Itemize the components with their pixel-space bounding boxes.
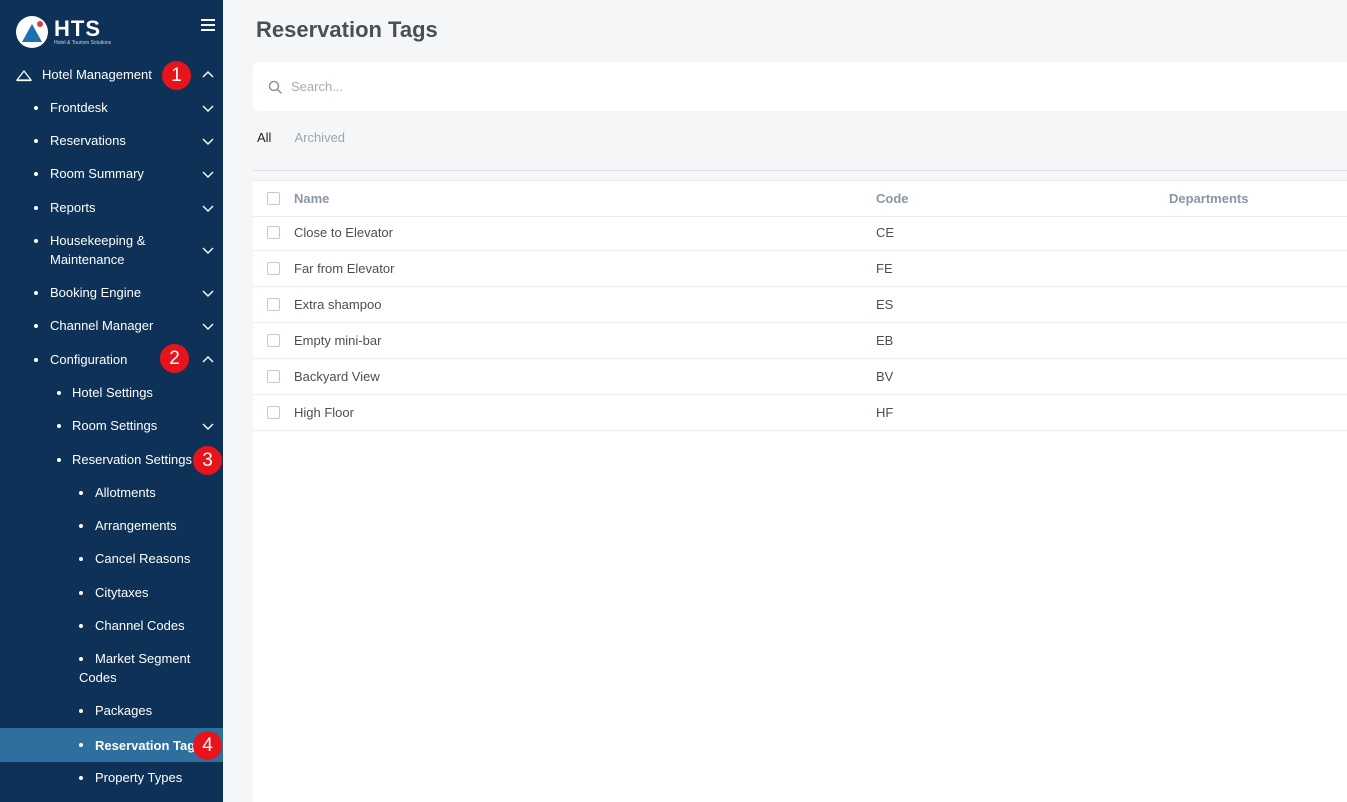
sidebar-item-channel-codes[interactable]: Channel Codes xyxy=(0,616,223,635)
logo-title: HTS xyxy=(54,16,101,41)
cell-name: High Floor xyxy=(294,405,354,420)
step-badge-3: 3 xyxy=(193,446,222,475)
divider xyxy=(253,170,1347,171)
sidebar-item-arrangements[interactable]: Arrangements xyxy=(0,516,223,535)
cell-code: CE xyxy=(876,225,895,240)
step-badge-2: 2 xyxy=(160,344,189,373)
sidebar-item-reservation-settings[interactable]: Reservation Settings xyxy=(0,450,223,469)
sidebar-item-room-summary[interactable]: Room Summary xyxy=(0,164,223,183)
chevron-down-icon[interactable] xyxy=(202,168,214,180)
row-checkbox[interactable] xyxy=(267,226,280,239)
hts-logo[interactable]: HTS Hotel & Tourism Solutions xyxy=(16,16,111,48)
cell-name: Empty mini-bar xyxy=(294,333,382,348)
chevron-down-icon[interactable] xyxy=(202,102,214,114)
row-checkbox[interactable] xyxy=(267,370,280,383)
row-checkbox[interactable] xyxy=(267,334,280,347)
filter-tabs: All Archived xyxy=(257,130,368,145)
chevron-down-icon[interactable] xyxy=(202,135,214,147)
sidebar-item-cancel-reasons[interactable]: Cancel Reasons xyxy=(0,549,223,568)
sidebar-item-property-types[interactable]: Property Types xyxy=(0,768,223,787)
tab-archived[interactable]: Archived xyxy=(294,130,345,145)
cell-code: BV xyxy=(876,369,894,384)
sidebar-item-market-segment-codes[interactable]: Market Segment Codes xyxy=(0,649,223,687)
sidebar-item-configuration[interactable]: Configuration xyxy=(0,350,223,369)
page-title: Reservation Tags xyxy=(256,17,438,42)
cell-name: Close to Elevator xyxy=(294,225,393,240)
cell-name: Extra shampoo xyxy=(294,297,382,312)
table-header: Name Code Departments xyxy=(253,181,1347,217)
table-row[interactable]: High Floor HF xyxy=(253,395,1347,431)
chevron-down-icon[interactable] xyxy=(202,320,214,332)
chevron-up-icon[interactable] xyxy=(202,354,214,366)
row-checkbox[interactable] xyxy=(267,262,280,275)
cell-code: EB xyxy=(876,333,894,348)
sidebar: HTS Hotel & Tourism Solutions Hotel Mana… xyxy=(0,0,223,802)
column-header-code[interactable]: Code xyxy=(876,191,909,206)
cell-code: HF xyxy=(876,405,894,420)
chevron-down-icon[interactable] xyxy=(202,287,214,299)
step-badge-4: 4 xyxy=(193,731,222,760)
table-row[interactable]: Close to Elevator CE xyxy=(253,215,1347,251)
sidebar-item-citytaxes[interactable]: Citytaxes xyxy=(0,583,223,602)
search-icon xyxy=(268,80,282,94)
chevron-down-icon[interactable] xyxy=(202,420,214,432)
chevron-down-icon[interactable] xyxy=(202,202,214,214)
sidebar-item-packages[interactable]: Packages xyxy=(0,701,223,720)
hamburger-menu-icon[interactable] xyxy=(201,19,215,31)
sidebar-item-frontdesk[interactable]: Frontdesk xyxy=(0,98,223,117)
table-row[interactable]: Empty mini-bar EB xyxy=(253,323,1347,359)
search-bar[interactable] xyxy=(253,62,1347,111)
sidebar-item-hotel-settings[interactable]: Hotel Settings xyxy=(0,383,223,402)
main-content: Reservation Tags All Archived Name Code … xyxy=(223,0,1347,802)
logo-subtitle: Hotel & Tourism Solutions xyxy=(54,40,112,46)
tags-table: Name Code Departments Close to Elevator … xyxy=(253,180,1347,802)
column-header-departments[interactable]: Departments xyxy=(1169,191,1248,206)
home-icon xyxy=(16,68,32,82)
sidebar-item-booking-engine[interactable]: Booking Engine xyxy=(0,283,223,302)
select-all-checkbox[interactable] xyxy=(267,192,280,205)
sidebar-item-allotments[interactable]: Allotments xyxy=(0,483,223,502)
sidebar-item-reservations[interactable]: Reservations xyxy=(0,131,223,150)
chevron-down-icon[interactable] xyxy=(202,244,214,256)
table-row[interactable]: Backyard View BV xyxy=(253,359,1347,395)
chevron-up-icon[interactable] xyxy=(202,69,214,81)
sidebar-item-reports[interactable]: Reports xyxy=(0,198,223,217)
logo-mark-icon xyxy=(16,16,48,48)
cell-code: ES xyxy=(876,297,894,312)
table-row[interactable]: Extra shampoo ES xyxy=(253,287,1347,323)
search-input[interactable] xyxy=(291,79,1191,94)
step-badge-1: 1 xyxy=(162,61,191,90)
sidebar-item-channel-manager[interactable]: Channel Manager xyxy=(0,316,223,335)
cell-code: FE xyxy=(876,261,893,276)
row-checkbox[interactable] xyxy=(267,298,280,311)
cell-name: Far from Elevator xyxy=(294,261,395,276)
tab-all[interactable]: All xyxy=(257,130,271,145)
row-checkbox[interactable] xyxy=(267,406,280,419)
sidebar-item-reservation-tags[interactable]: Reservation Tags xyxy=(0,728,223,762)
cell-name: Backyard View xyxy=(294,369,380,384)
sidebar-item-room-settings[interactable]: Room Settings xyxy=(0,416,223,435)
sidebar-item-housekeeping-maintenance[interactable]: Housekeeping & Maintenance xyxy=(0,231,223,269)
column-header-name[interactable]: Name xyxy=(294,191,329,206)
table-row[interactable]: Far from Elevator FE xyxy=(253,251,1347,287)
